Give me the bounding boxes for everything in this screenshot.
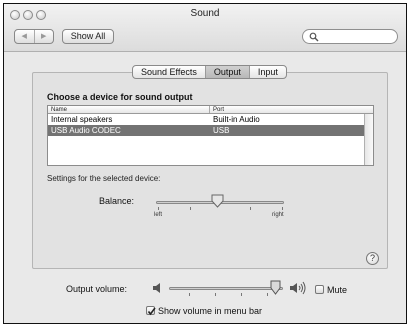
balance-right-label: right xyxy=(272,212,284,218)
device-port: USB xyxy=(213,126,230,135)
balance-tick xyxy=(158,207,159,210)
sound-preferences-window: Sound ◀ ▶ Show All Sound Effects Output … xyxy=(3,3,407,324)
balance-tick xyxy=(282,207,283,210)
volume-tick xyxy=(267,293,268,296)
right-arrow-icon: ▶ xyxy=(41,33,47,40)
device-port: Built-in Audio xyxy=(213,115,260,124)
balance-left-label: left xyxy=(154,212,163,218)
balance-label: Balance: xyxy=(99,196,135,206)
checkmark-icon xyxy=(147,307,156,316)
volume-slider-thumb[interactable] xyxy=(270,280,281,295)
settings-label: Settings for the selected device: xyxy=(47,174,161,183)
mute-checkbox[interactable] xyxy=(315,285,324,294)
mute-label: Mute xyxy=(327,285,348,295)
help-button[interactable]: ? xyxy=(366,252,379,265)
show-volume-label: Show volume in menu bar xyxy=(158,306,263,316)
magnifier-icon xyxy=(309,32,319,42)
show-all-button[interactable]: Show All xyxy=(62,29,114,44)
show-volume-checkbox[interactable] xyxy=(146,306,156,316)
output-volume-label: Output volume: xyxy=(66,284,128,294)
balance-tick xyxy=(190,207,191,210)
table-row[interactable]: USB Audio CODEC USB xyxy=(48,125,365,136)
table-header: Name Port xyxy=(48,106,373,114)
forward-button[interactable]: ▶ xyxy=(33,30,54,43)
section-title: Choose a device for sound output xyxy=(47,92,193,102)
tab-output[interactable]: Output xyxy=(204,66,249,78)
speaker-high-icon xyxy=(290,281,306,295)
volume-tick xyxy=(241,293,242,296)
balance-tick xyxy=(250,207,251,210)
table-scrollbar[interactable] xyxy=(364,114,373,165)
window-title: Sound xyxy=(190,8,220,19)
titlebar: Sound ◀ ▶ Show All xyxy=(4,4,406,52)
column-header-port[interactable]: Port xyxy=(210,106,373,113)
device-name: USB Audio CODEC xyxy=(51,126,121,135)
search-field[interactable] xyxy=(302,29,398,44)
back-forward-control: ◀ ▶ xyxy=(14,29,54,44)
device-name: Internal speakers xyxy=(51,115,113,124)
device-table: Name Port Internal speakers Built-in Aud… xyxy=(47,105,374,166)
output-volume-slider[interactable] xyxy=(169,287,283,290)
tab-sound-effects[interactable]: Sound Effects xyxy=(133,66,205,78)
back-button[interactable]: ◀ xyxy=(15,30,34,43)
left-arrow-icon: ◀ xyxy=(21,33,27,40)
tab-input[interactable]: Input xyxy=(248,66,286,78)
volume-tick xyxy=(215,293,216,296)
table-row[interactable]: Internal speakers Built-in Audio xyxy=(48,114,365,125)
balance-slider-thumb[interactable] xyxy=(211,194,224,208)
column-header-name[interactable]: Name xyxy=(48,106,210,113)
speaker-low-icon xyxy=(153,283,160,293)
preference-tabs: Sound Effects Output Input xyxy=(132,65,287,79)
volume-tick xyxy=(189,293,190,296)
